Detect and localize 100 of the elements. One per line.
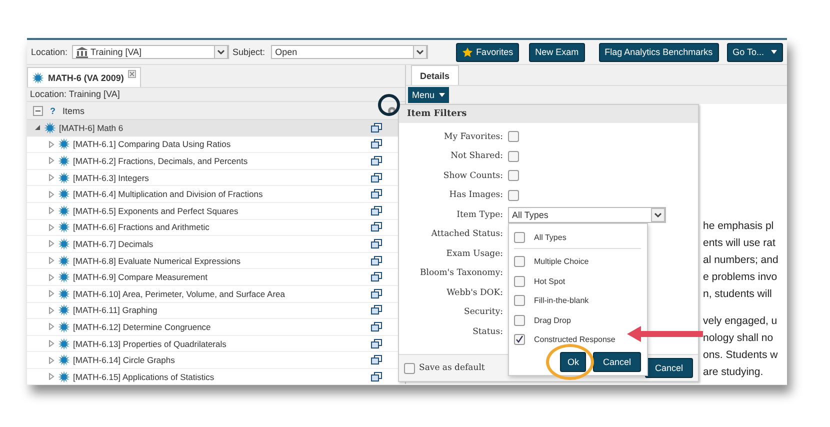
field-label: Attached Status: [430, 229, 503, 240]
text-line: vely engaged, u [703, 314, 778, 329]
checkbox[interactable] [514, 232, 525, 242]
field-label: Not Shared: [450, 151, 503, 162]
starburst-icon [58, 338, 70, 350]
caret-icon [771, 50, 777, 54]
text-line: al numbers; and [703, 253, 780, 268]
starburst-icon [58, 271, 70, 284]
window-copy-icon [371, 189, 382, 200]
text-line: he emphasis pl [703, 219, 775, 234]
starburst-icon [58, 204, 70, 217]
star-icon [462, 46, 474, 58]
dialog-title: Item Filters [399, 105, 698, 123]
field-label: Has Images: [448, 190, 503, 200]
checkbox[interactable] [508, 170, 519, 182]
location-select[interactable]: Training [VA] [72, 45, 229, 59]
option-label[interactable]: Fill-in-the-blank [534, 296, 589, 306]
help-glyph[interactable]: ? [50, 106, 56, 116]
highlight-circle [546, 344, 594, 380]
starburst-icon [58, 188, 70, 200]
cancel-button[interactable]: Cancel [644, 358, 693, 378]
expand-triangle-icon[interactable] [48, 340, 55, 348]
checkbox[interactable] [404, 362, 415, 374]
expand-triangle-icon[interactable] [48, 306, 55, 314]
window-copy-icon [371, 305, 382, 316]
field-label: Status: [472, 326, 503, 337]
collapse-triangle-icon[interactable] [34, 124, 41, 132]
field-label: Webb's DOK: [446, 288, 503, 298]
checkbox[interactable] [514, 314, 525, 326]
menu-button[interactable]: Menu [408, 87, 449, 103]
starburst-icon [44, 122, 56, 134]
cancel-button[interactable]: Cancel [592, 352, 641, 372]
collapse-icon [33, 106, 43, 116]
window-copy-icon [371, 256, 382, 266]
expand-triangle-icon[interactable] [48, 207, 55, 214]
checkbox[interactable] [514, 276, 525, 287]
expand-triangle-icon[interactable] [48, 157, 55, 164]
starburst-icon [58, 238, 70, 250]
starburst-icon [58, 138, 70, 150]
location-label: Location: [31, 47, 68, 57]
starburst-icon [58, 288, 70, 300]
starburst-icon [58, 304, 70, 316]
starburst-icon [58, 221, 70, 234]
window-copy-icon [371, 206, 382, 216]
window-copy-icon [371, 139, 382, 150]
starburst-icon [58, 320, 70, 333]
tab[interactable]: MATH-6 (VA 2009) [27, 67, 141, 87]
checkbox[interactable] [508, 190, 519, 201]
ok-button[interactable]: Ok [560, 352, 586, 372]
expand-triangle-icon[interactable] [48, 190, 55, 198]
checkbox[interactable] [508, 150, 519, 162]
expand-triangle-icon[interactable] [48, 224, 55, 231]
field-label: Security: [463, 307, 503, 318]
expand-triangle-icon[interactable] [48, 356, 55, 364]
expand-triangle-icon[interactable] [48, 274, 55, 281]
expand-triangle-icon[interactable] [48, 323, 55, 330]
text-line: n, students will [703, 287, 773, 302]
expand-triangle-icon[interactable] [48, 290, 55, 298]
toolbar-button[interactable]: Go To... [726, 42, 783, 62]
highlight-circle [378, 94, 400, 116]
starburst-icon [58, 172, 70, 184]
text-line: ents will use rat [703, 236, 776, 251]
expand-triangle-icon[interactable] [48, 140, 55, 148]
starburst-icon [58, 370, 70, 383]
tab[interactable]: Details [411, 65, 459, 85]
starburst-icon [58, 154, 70, 167]
checkbox-label: Save as default [419, 363, 485, 373]
starburst-icon [58, 254, 70, 267]
item-type-select[interactable]: All Types [508, 206, 666, 223]
close-icon [128, 70, 136, 78]
toolbar-button[interactable]: Favorites [456, 42, 520, 62]
window-copy-icon [371, 355, 382, 366]
option-label[interactable]: Multiple Choice [534, 257, 589, 266]
expand-triangle-icon[interactable] [48, 240, 55, 248]
window-copy-icon [371, 238, 382, 249]
checkbox[interactable] [514, 295, 525, 306]
expand-triangle-icon[interactable] [48, 174, 55, 182]
toolbar-button[interactable]: New Exam [529, 42, 585, 62]
select-value: All Types [512, 210, 550, 220]
option-label[interactable]: Hot Spot [534, 276, 566, 286]
text-line: nology shall no [703, 331, 774, 346]
option-label[interactable]: Constructed Response [534, 335, 616, 344]
checkbox[interactable] [514, 256, 525, 268]
subject-label: Subject: [232, 47, 266, 57]
checkbox[interactable] [514, 334, 525, 346]
field-label: My Favorites: [443, 132, 503, 142]
text-line: e problems invo [703, 270, 778, 285]
window-copy-icon [371, 122, 382, 133]
window-copy-icon [371, 272, 382, 282]
settings-icon[interactable] [387, 106, 397, 116]
subject-select[interactable]: Open [271, 45, 428, 59]
toolbar-button[interactable]: Flag Analytics Benchmarks [598, 42, 719, 62]
option-label[interactable]: All Types [534, 232, 566, 242]
window-copy-icon [371, 322, 382, 332]
field-label: Item Type: [456, 210, 503, 220]
checkbox[interactable] [508, 131, 519, 142]
option-label[interactable]: Drag Drop [534, 316, 571, 325]
expand-triangle-icon[interactable] [48, 373, 55, 380]
window-copy-icon [371, 288, 382, 299]
expand-triangle-icon[interactable] [48, 257, 55, 264]
